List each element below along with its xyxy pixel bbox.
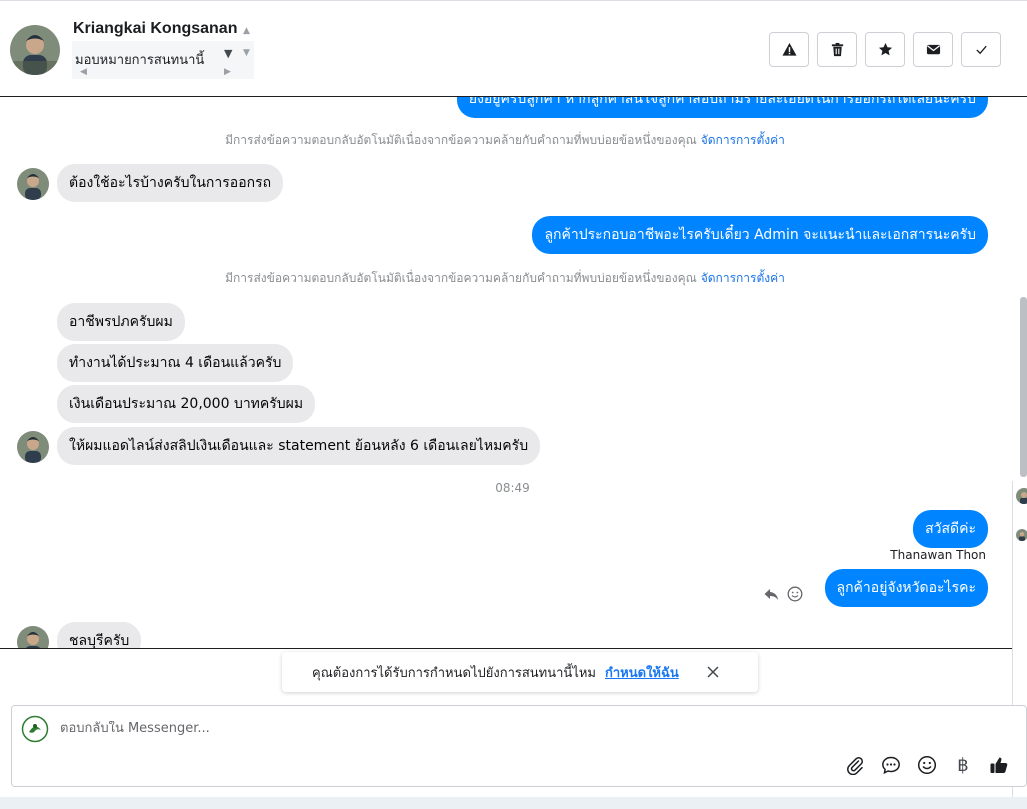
caret-down-icon: ▼ (224, 47, 233, 60)
payment-button[interactable]: ฿ (951, 753, 975, 777)
auto-reply-note: มีการส่งข้อความตอบกลับอัตโนมัติเนื่องจาก… (0, 131, 1010, 150)
thumbs-up-icon (990, 757, 1008, 773)
assign-to-me-link[interactable]: กำหนดให้ฉัน (605, 662, 679, 683)
baht-icon: ฿ (957, 754, 969, 776)
react-emoji-icon[interactable] (787, 586, 803, 602)
emoji-icon (917, 755, 937, 775)
scroll-left-icon[interactable]: ◀ (80, 68, 87, 77)
manage-settings-link[interactable]: จัดการการตั้งค่า (701, 133, 785, 147)
scroll-down-icon[interactable]: ▼ (243, 49, 250, 58)
auto-reply-note-text: มีการส่งข้อความตอบกลับอัตโนมัติเนื่องจาก… (225, 271, 697, 285)
done-button[interactable] (961, 32, 1001, 67)
page-avatar (21, 715, 49, 743)
sender-avatar[interactable] (17, 431, 49, 463)
attach-button[interactable] (843, 753, 867, 777)
message-incoming[interactable]: ทำงานได้ประมาณ 4 เดือนแล้วครับ (57, 344, 294, 382)
thread-header: Kriangkai Kongsanan มอบหมายการสนทนานี้ ▼… (0, 0, 1027, 96)
message-list[interactable]: ยังอยู่ครับลูกค้า หากลูกค้าสนใจลูกค้าสอบ… (0, 96, 1027, 649)
side-panel-avatar[interactable] (1016, 529, 1027, 541)
mark-unread-button[interactable] (913, 32, 953, 67)
emoji-button[interactable] (915, 753, 939, 777)
message-outgoing[interactable]: ลูกค้าประกอบอาชีพอะไรครับเดี๋ยว Admin จะ… (532, 216, 988, 254)
message-outgoing[interactable]: ยังอยู่ครับลูกค้า หากลูกค้าสนใจลูกค้าสอบ… (456, 97, 988, 118)
message-outgoing[interactable]: สวัสดีค่ะ (913, 510, 988, 548)
envelope-icon (926, 44, 940, 55)
message-incoming[interactable]: ชลบุรีครับ (57, 622, 142, 648)
message-timestamp: 08:49 (495, 481, 530, 495)
star-icon (878, 42, 892, 56)
side-panel-avatar[interactable] (1016, 488, 1027, 504)
assign-suggestion-banner: คุณต้องการได้รับการกำหนดไปยังการสนทนานี้… (282, 652, 758, 692)
contact-avatar[interactable] (10, 25, 60, 75)
message-incoming[interactable]: อาชีพรปภครับผม (57, 303, 185, 341)
like-button[interactable] (987, 753, 1011, 777)
message-incoming[interactable]: เงินเดือนประมาณ 20,000 บาทครับผม (57, 385, 316, 423)
scroll-right-icon[interactable]: ▶ (224, 68, 231, 77)
reply-input[interactable] (60, 721, 760, 736)
message-outgoing[interactable]: ลูกค้าอยู่จังหวัดอะไรคะ (824, 569, 988, 607)
delete-button[interactable] (817, 32, 857, 67)
paperclip-icon (847, 757, 863, 775)
auto-reply-note: มีการส่งข้อความตอบกลับอัตโนมัติเนื่องจาก… (0, 269, 1010, 288)
check-icon (975, 45, 987, 55)
reply-composer: ฿ (11, 705, 1027, 787)
assign-label: มอบหมายการสนทนานี้ (75, 53, 205, 68)
message-incoming[interactable]: ต้องใช้อะไรบ้างครับในการออกรถ (57, 164, 284, 202)
close-icon[interactable] (704, 663, 722, 681)
scroll-up-icon[interactable]: ▲ (243, 27, 250, 36)
auto-reply-note-text: มีการส่งข้อความตอบกลับอัตโนมัติเนื่องจาก… (225, 133, 697, 147)
assign-conversation-dropdown[interactable]: มอบหมายการสนทนานี้ ▼ ▲ ▼ ◀ ▶ (72, 27, 254, 79)
message-list-scrollbar[interactable] (1020, 297, 1027, 477)
contact-name[interactable]: Kriangkai Kongsanan (73, 20, 237, 38)
sender-avatar[interactable] (17, 168, 49, 200)
manage-settings-link[interactable]: จัดการการตั้งค่า (701, 271, 785, 285)
saved-replies-icon (882, 756, 900, 775)
message-actions (763, 586, 803, 602)
messenger-inbox-thread: Kriangkai Kongsanan มอบหมายการสนทนานี้ ▼… (0, 0, 1027, 809)
saved-replies-button[interactable] (879, 753, 903, 777)
warning-icon (781, 42, 797, 56)
sender-avatar[interactable] (17, 626, 49, 648)
message-incoming[interactable]: ให้ผมแอดไลน์ส่งสลิปเงินเดือนและ statemen… (57, 427, 541, 465)
trash-icon (831, 42, 843, 57)
star-button[interactable] (865, 32, 905, 67)
assign-suggestion-text: คุณต้องการได้รับการกำหนดไปยังการสนทนานี้… (312, 665, 596, 681)
reply-icon[interactable] (763, 586, 779, 602)
report-button[interactable] (769, 32, 809, 67)
footer-strip (0, 797, 1027, 809)
agent-name: Thanawan Thon (890, 548, 986, 562)
